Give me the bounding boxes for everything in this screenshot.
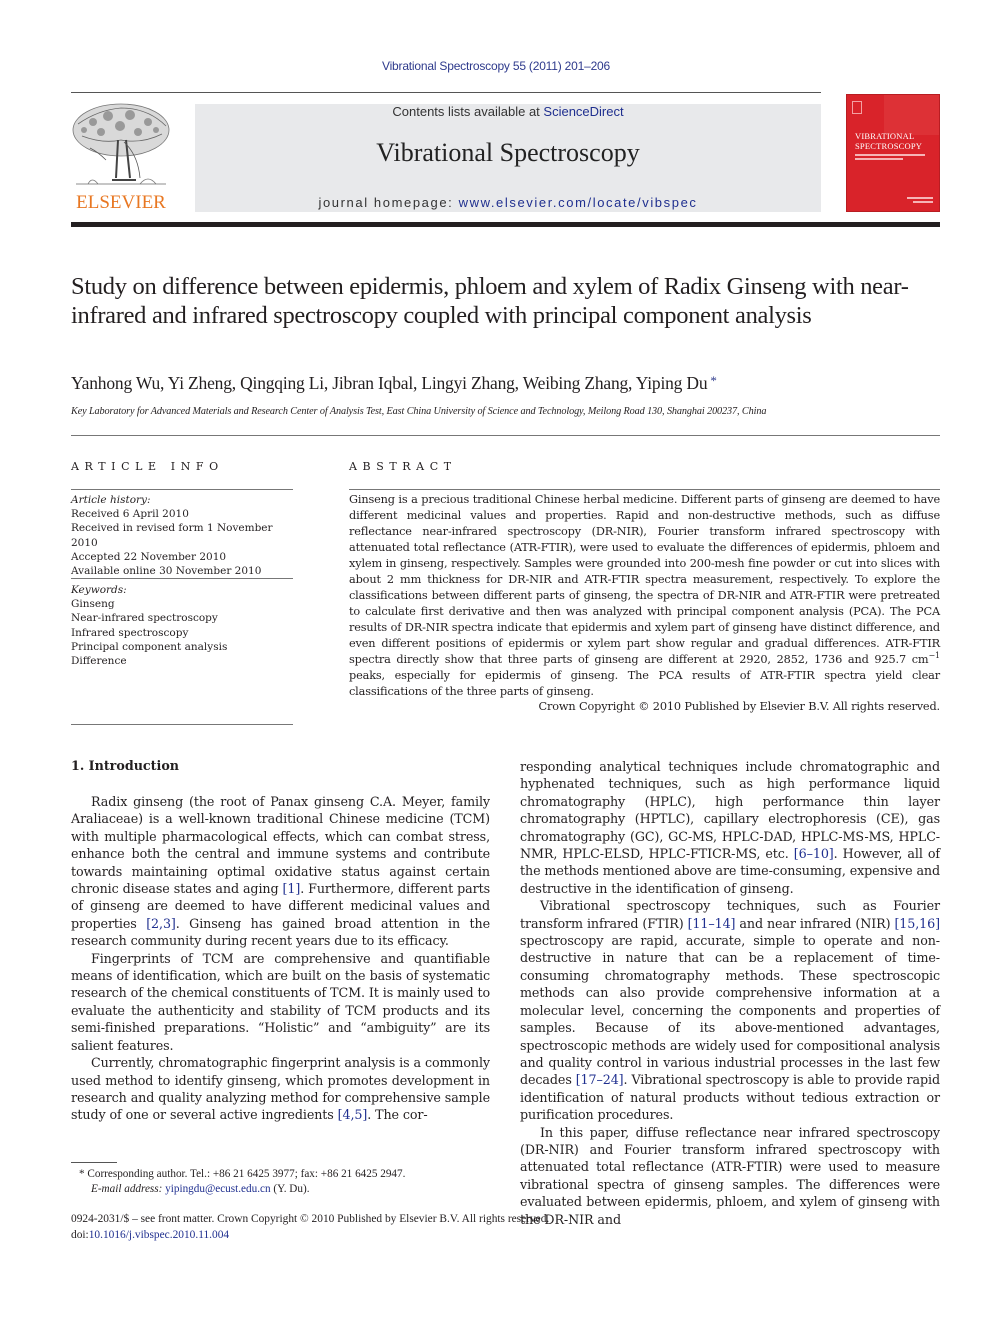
email-link[interactable]: yipingdu@ecust.edu.cn [165, 1183, 270, 1195]
abstract-part1: Ginseng is a precious traditional Chines… [349, 493, 940, 666]
body-column-right: responding analytical techniques include… [520, 758, 940, 1228]
citation-link[interactable]: [4,5] [338, 1107, 368, 1122]
citation-link[interactable]: [11–14] [688, 916, 736, 931]
homepage-line: journal homepage: www.elsevier.com/locat… [195, 195, 821, 210]
keyword-item: Infrared spectroscopy [71, 626, 189, 639]
history-item: Received 6 April 2010 [71, 508, 189, 521]
contents-line: Contents lists available at ScienceDirec… [195, 104, 821, 119]
running-head[interactable]: Vibrational Spectroscopy 55 (2011) 201–2… [0, 59, 992, 73]
sciencedirect-link[interactable]: ScienceDirect [543, 104, 623, 119]
keywords-label: Keywords: [71, 584, 127, 596]
cover-title-line1: VIBRATIONAL [855, 131, 915, 141]
footnote: * Corresponding author. Tel.: +86 21 642… [79, 1167, 499, 1197]
citation-link[interactable]: [2,3] [146, 916, 176, 931]
history-item: Available online 30 November 2010 [71, 565, 262, 578]
author-list: Yanhong Wu, Yi Zheng, Qingqing Li, Jibra… [71, 373, 951, 394]
journal-title: Vibrational Spectroscopy [376, 138, 640, 167]
history-item: Received in revised form 1 November 2010 [71, 522, 273, 549]
header-thick-rule [71, 222, 940, 227]
paragraph-text: spectroscopy are rapid, accurate, simple… [520, 933, 940, 1088]
divider [71, 489, 293, 490]
paragraph: Radix ginseng (the root of Panax ginseng… [71, 793, 490, 950]
homepage-link[interactable]: www.elsevier.com/locate/vibspec [459, 195, 698, 210]
abstract-text: Ginseng is a precious traditional Chines… [349, 492, 940, 700]
issn-line: 0924-2031/$ – see front matter. Crown Co… [71, 1213, 550, 1225]
footnote-text: Corresponding author. Tel.: +86 21 6425 … [84, 1168, 406, 1180]
paragraph: Fingerprints of TCM are comprehensive an… [71, 950, 490, 1054]
article-title: Study on difference between epidermis, p… [71, 273, 909, 329]
affiliation: Key Laboratory for Advanced Materials an… [71, 406, 767, 417]
keyword-item: Principal component analysis [71, 640, 228, 653]
paragraph: Currently, chromatographic fingerprint a… [71, 1054, 490, 1124]
cover-subtitle-lines [855, 154, 930, 162]
header-rule [71, 92, 821, 93]
article-history: Article history: Received 6 April 2010 R… [71, 493, 301, 578]
corresponding-author-mark[interactable]: * [710, 373, 717, 388]
footnote-line1: * Corresponding author. Tel.: +86 21 642… [79, 1167, 499, 1182]
paragraph: responding analytical techniques include… [520, 758, 940, 897]
divider [349, 489, 940, 490]
abstract-heading: ABSTRACT [349, 460, 457, 473]
keywords: Keywords: Ginseng Near-infrared spectros… [71, 583, 301, 668]
cover-title-line2: SPECTROSCOPY [855, 141, 923, 151]
email-label: E-mail address: [91, 1183, 166, 1195]
front-matter-note: 0924-2031/$ – see front matter. Crown Co… [71, 1211, 691, 1243]
cover-title: VIBRATIONAL SPECTROSCOPY [855, 131, 922, 151]
doi-link[interactable]: 10.1016/j.vibspec.2010.11.004 [89, 1229, 229, 1241]
journal-banner: Contents lists available at ScienceDirec… [195, 104, 821, 212]
cover-decoration [884, 95, 939, 135]
paragraph-text: . The cor- [367, 1107, 428, 1123]
divider [71, 724, 293, 725]
tree-icon [72, 103, 170, 185]
abstract-part2: peaks, especially for epidermis of ginse… [349, 669, 940, 698]
keyword-item: Difference [71, 655, 127, 668]
citation-link[interactable]: [15,16] [894, 916, 940, 931]
abstract-copyright: Crown Copyright © 2010 Published by Else… [538, 700, 941, 713]
paragraph: Vibrational spectroscopy techniques, suc… [520, 897, 940, 1123]
divider [71, 435, 940, 436]
email-suffix: (Y. Du). [270, 1183, 310, 1195]
keyword-item: Near-infrared spectroscopy [71, 612, 218, 625]
elsevier-logo[interactable]: ELSEVIER [68, 100, 174, 214]
article-info-heading: ARTICLE INFO [71, 460, 224, 473]
authors-text: Yanhong Wu, Yi Zheng, Qingqing Li, Jibra… [71, 373, 708, 393]
abstract-superscript: −1 [928, 651, 941, 661]
cover-publisher-lines [907, 197, 933, 205]
journal-cover-thumbnail[interactable]: VIBRATIONAL SPECTROSCOPY [846, 94, 940, 212]
section-heading-introduction: 1. Introduction [71, 758, 180, 773]
footnote-line2: E-mail address: yipingdu@ecust.edu.cn (Y… [79, 1182, 499, 1197]
history-label: Article history: [71, 494, 151, 506]
contents-prefix: Contents lists available at [392, 104, 544, 119]
citation-link[interactable]: [6–10] [794, 846, 834, 861]
keyword-item: Ginseng [71, 598, 115, 611]
footnote-rule [71, 1162, 117, 1163]
paragraph-text: Fingerprints of TCM are comprehensive an… [71, 950, 490, 1053]
body-column-left: Radix ginseng (the root of Panax ginseng… [71, 793, 490, 1124]
citation-link[interactable]: [1] [283, 881, 301, 896]
homepage-prefix: journal homepage: [318, 195, 459, 210]
history-item: Accepted 22 November 2010 [71, 550, 227, 563]
doi-prefix: doi: [71, 1229, 89, 1241]
cover-logo-icon [852, 101, 862, 114]
divider [71, 578, 293, 579]
paragraph-text: and near infrared (NIR) [735, 915, 895, 931]
elsevier-wordmark: ELSEVIER [76, 192, 166, 213]
doi-line: doi:10.1016/j.vibspec.2010.11.004 [71, 1227, 691, 1243]
citation-link[interactable]: [17–24] [576, 1072, 624, 1087]
